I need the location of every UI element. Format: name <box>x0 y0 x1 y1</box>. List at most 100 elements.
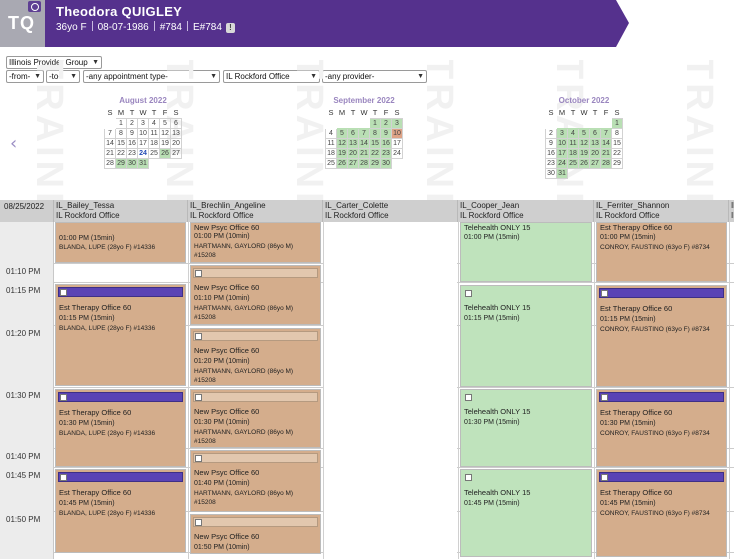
calendar-day[interactable]: 12 <box>159 127 171 139</box>
calendar-day[interactable]: 13 <box>589 137 601 149</box>
appointment-slot[interactable]: New Psyc Office 60 01:00 PM (10min) HART… <box>190 222 321 263</box>
calendar-day[interactable]: 26 <box>159 147 171 159</box>
calendar-day[interactable]: 18 <box>567 147 579 159</box>
column-header-next[interactable]: IlIL <box>729 200 734 222</box>
calendar-day[interactable]: 17 <box>391 137 403 149</box>
empty-column[interactable] <box>324 222 457 559</box>
calendar-day[interactable]: 14 <box>600 137 612 149</box>
calendar-day[interactable]: 17 <box>556 147 568 159</box>
calendar-day[interactable]: 23 <box>380 147 392 159</box>
appointment-slot[interactable]: Est Therapy Office 60 01:15 PM (15min) B… <box>55 284 186 386</box>
calendar-day[interactable]: 26 <box>578 157 590 169</box>
calendar-day[interactable]: 5 <box>336 127 348 139</box>
calendar-day[interactable]: 5 <box>159 117 171 129</box>
calendar-day[interactable]: 9 <box>545 137 557 149</box>
calendar-day[interactable]: 15 <box>611 137 623 149</box>
appointment-slot[interactable]: New Psyc Office 60 01:40 PM (10min) HART… <box>190 450 321 512</box>
column-header-brechlin[interactable]: IL_Brechlin_Angeline IL Rockford Office <box>188 200 323 222</box>
calendar-day[interactable]: 20 <box>589 147 601 159</box>
calendar-day[interactable]: 23 <box>545 157 557 169</box>
calendar-day[interactable]: 19 <box>159 137 171 149</box>
checkbox[interactable] <box>195 519 202 526</box>
calendar-day[interactable]: 10 <box>391 127 403 139</box>
calendar-day[interactable]: 6 <box>170 117 182 129</box>
calendar-day[interactable]: 27 <box>347 157 359 169</box>
calendar-day[interactable]: 20 <box>347 147 359 159</box>
calendar-day[interactable]: 6 <box>347 127 359 139</box>
calendar-day[interactable]: 27 <box>170 147 182 159</box>
appointment-slot[interactable]: Telehealth ONLY 15 01:45 PM (15min) <box>460 469 592 557</box>
calendar-day[interactable]: 23 <box>126 147 138 159</box>
appointment-slot[interactable]: Telehealth ONLY 15 01:15 PM (15min) <box>460 285 592 387</box>
calendar-day[interactable]: 12 <box>336 137 348 149</box>
calendar-day[interactable]: 30 <box>545 167 557 179</box>
calendar-day[interactable]: 30 <box>380 157 392 169</box>
appointment-slot[interactable]: Est Therapy Office 60 01:30 PM (15min) C… <box>596 389 727 467</box>
column-header-cooper[interactable]: IL_Cooper_Jean IL Rockford Office <box>458 200 594 222</box>
office-select[interactable]: IL Rockford Office ▼ <box>223 70 320 83</box>
calendar-day[interactable]: 7 <box>358 127 370 139</box>
checkbox[interactable] <box>465 394 472 401</box>
calendar-day[interactable]: 2 <box>380 117 392 129</box>
calendar-day[interactable]: 18 <box>148 137 160 149</box>
calendar-day[interactable]: 27 <box>589 157 601 169</box>
appointment-slot[interactable]: Est Therapy Office 60 01:00 PM (15min) C… <box>596 222 727 282</box>
calendar-day[interactable]: 22 <box>369 147 381 159</box>
calendar-day[interactable]: 7 <box>104 127 116 139</box>
calendar-day[interactable]: 26 <box>336 157 348 169</box>
previous-month-icon[interactable]: ‹ <box>10 133 17 154</box>
checkbox[interactable] <box>601 474 608 481</box>
checkbox[interactable] <box>601 394 608 401</box>
calendar-day[interactable]: 1 <box>115 117 127 129</box>
calendar-day[interactable]: 4 <box>567 127 579 139</box>
calendar-day[interactable]: 10 <box>556 137 568 149</box>
calendar-day[interactable]: 14 <box>358 137 370 149</box>
calendar-day[interactable]: 21 <box>358 147 370 159</box>
appointment-slot[interactable]: New Psyc Office 60 01:30 PM (10min) HART… <box>190 389 321 448</box>
calendar-day[interactable]: 2 <box>545 127 557 139</box>
calendar-day[interactable]: 9 <box>126 127 138 139</box>
calendar-day[interactable]: 28 <box>358 157 370 169</box>
calendar-day[interactable]: 16 <box>126 137 138 149</box>
column-header-bailey[interactable]: IL_Bailey_Tessa IL Rockford Office <box>54 200 188 222</box>
calendar-day[interactable]: 3 <box>391 117 403 129</box>
calendar-day[interactable]: 3 <box>137 117 149 129</box>
calendar-day[interactable]: 13 <box>170 127 182 139</box>
calendar-day[interactable]: 9 <box>380 127 392 139</box>
calendar-day[interactable]: 4 <box>325 127 337 139</box>
appointment-slot[interactable]: New Psyc Office 60 01:10 PM (10min) HART… <box>190 265 321 325</box>
calendar-day[interactable]: 15 <box>369 137 381 149</box>
calendar-day[interactable]: 19 <box>578 147 590 159</box>
calendar-day[interactable]: 22 <box>611 147 623 159</box>
calendar-day[interactable]: 28 <box>600 157 612 169</box>
appointment-slot[interactable]: Est Therapy Office 60 01:30 PM (15min) B… <box>55 389 186 467</box>
calendar-day[interactable]: 1 <box>611 117 623 129</box>
from-time-select[interactable]: -from- ▼ <box>6 70 44 83</box>
calendar-day[interactable]: 31 <box>137 157 149 169</box>
calendar-day[interactable]: 25 <box>325 157 337 169</box>
checkbox[interactable] <box>60 289 67 296</box>
calendar-day[interactable]: 4 <box>148 117 160 129</box>
calendar-day[interactable]: 25 <box>567 157 579 169</box>
calendar-day[interactable]: 21 <box>600 147 612 159</box>
checkbox[interactable] <box>195 333 202 340</box>
calendar-day[interactable]: 8 <box>611 127 623 139</box>
appointment-slot[interactable]: 01:00 PM (15min) BLANDA, LUPE (28yo F) #… <box>55 222 186 263</box>
calendar-day[interactable]: 2 <box>126 117 138 129</box>
checkbox[interactable] <box>601 290 608 297</box>
appointment-slot[interactable]: Est Therapy Office 60 01:45 PM (15min) C… <box>596 469 727 557</box>
calendar-day[interactable]: 8 <box>115 127 127 139</box>
provider-group-select[interactable]: Illinois Provider Group ▼ <box>6 56 102 69</box>
calendar-day[interactable]: 17 <box>137 137 149 149</box>
calendar-day[interactable]: 8 <box>369 127 381 139</box>
calendar-day[interactable]: 11 <box>325 137 337 149</box>
calendar-day[interactable]: 19 <box>336 147 348 159</box>
calendar-day[interactable]: 24 <box>556 157 568 169</box>
calendar-day[interactable]: 22 <box>115 147 127 159</box>
calendar-day[interactable]: 29 <box>611 157 623 169</box>
column-header-carter[interactable]: IL_Carter_Colette IL Rockford Office <box>323 200 458 222</box>
checkbox[interactable] <box>60 394 67 401</box>
calendar-day[interactable]: 25 <box>148 147 160 159</box>
calendar-day[interactable]: 16 <box>380 137 392 149</box>
calendar-day[interactable]: 11 <box>567 137 579 149</box>
